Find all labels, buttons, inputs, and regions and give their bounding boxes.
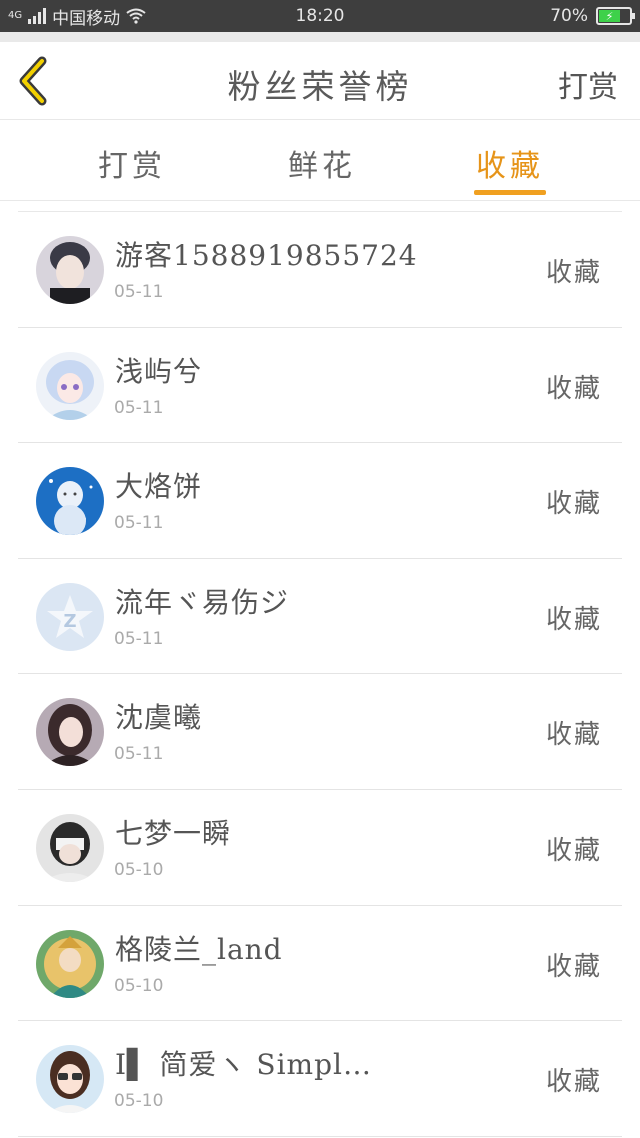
fan-date: 05-11 bbox=[114, 744, 164, 765]
fan-action-type: 收藏 bbox=[545, 489, 602, 520]
fan-date: 05-10 bbox=[114, 1091, 164, 1112]
tab-reward[interactable]: 打赏 bbox=[98, 141, 166, 185]
fan-row[interactable]: I▌ 简爱ヽ Simpl… 05-10 收藏 bbox=[18, 1021, 622, 1137]
avatar[interactable] bbox=[36, 698, 104, 767]
signal-icon bbox=[28, 8, 47, 24]
fan-list: 游客15889198​55724 05-11 收藏 浅屿兮 05-11 收藏 大烙饼 05-1… bbox=[18, 211, 622, 1137]
fan-row[interactable]: Z 流年ヾ易伤ジ 05-11 收藏 bbox=[18, 559, 622, 675]
active-tab-indicator bbox=[474, 190, 546, 195]
fan-row[interactable]: 七梦一瞬 05-10 收藏 bbox=[18, 790, 622, 906]
fan-name: 格陵兰_land bbox=[115, 932, 283, 966]
fan-date: 05-10 bbox=[114, 975, 164, 996]
fan-name: 游客15889198​55724 bbox=[115, 239, 418, 272]
svg-text:Z: Z bbox=[63, 611, 76, 632]
fan-date: 05-11 bbox=[114, 282, 164, 302]
fan-action-type: 收藏 bbox=[545, 373, 602, 404]
battery-icon: ⚡ bbox=[596, 7, 635, 25]
fan-name: 流年ヾ易伤ジ bbox=[115, 585, 290, 619]
fan-row[interactable]: 浅屿兮 05-11 收藏 bbox=[18, 328, 622, 444]
avatar[interactable] bbox=[36, 813, 104, 882]
status-bar: 4G 中国移动 18:20 70% ⚡ bbox=[0, 0, 640, 32]
avatar[interactable] bbox=[36, 351, 104, 420]
fan-action-type: 收藏 bbox=[545, 720, 602, 751]
fan-row[interactable]: 游客15889198​55724 05-11 收藏 bbox=[18, 212, 622, 328]
header-gap bbox=[0, 32, 640, 42]
fan-action-type: 收藏 bbox=[545, 951, 602, 982]
carrier-name: 中国移动 bbox=[52, 8, 121, 29]
fan-action-type: 收藏 bbox=[545, 604, 602, 635]
tab-favorites[interactable]: 收藏 bbox=[476, 141, 544, 185]
tab-bar: 打赏 鲜花 收藏 bbox=[0, 121, 640, 201]
avatar[interactable] bbox=[36, 1045, 104, 1114]
fan-name: 大烙饼 bbox=[115, 470, 203, 504]
battery-charging-icon: ⚡ bbox=[599, 10, 620, 23]
fan-name: 浅屿兮 bbox=[115, 354, 203, 388]
avatar[interactable] bbox=[36, 929, 104, 998]
nav-bar: 粉丝荣誉榜 打赏 bbox=[0, 42, 640, 120]
fan-row[interactable]: 大烙饼 05-11 收藏 bbox=[18, 443, 622, 559]
fan-date: 05-11 bbox=[114, 628, 164, 649]
reward-button[interactable]: 打赏 bbox=[558, 62, 618, 106]
fan-date: 05-10 bbox=[114, 859, 164, 880]
fan-row[interactable]: 格陵兰_land 05-10 收藏 bbox=[18, 906, 622, 1022]
fan-name: 沈虞曦 bbox=[115, 701, 203, 735]
avatar[interactable]: Z bbox=[36, 582, 104, 651]
fan-name: I▌ 简爱ヽ Simpl… bbox=[115, 1048, 372, 1082]
fan-action-type: 收藏 bbox=[545, 835, 602, 866]
fan-date: 05-11 bbox=[114, 513, 164, 534]
fan-row[interactable]: 沈虞曦 05-11 收藏 bbox=[18, 674, 622, 790]
page-title: 粉丝荣誉榜 bbox=[227, 67, 413, 106]
network-type: 4G bbox=[8, 10, 23, 21]
fan-action-type: 收藏 bbox=[545, 1067, 602, 1098]
battery-percent: 70% bbox=[550, 6, 588, 26]
avatar[interactable] bbox=[36, 236, 104, 304]
tab-flowers[interactable]: 鲜花 bbox=[288, 141, 356, 185]
avatar[interactable] bbox=[36, 467, 104, 536]
fan-action-type: 收藏 bbox=[545, 258, 602, 288]
fan-name: 七梦一瞬 bbox=[115, 816, 232, 850]
wifi-icon bbox=[126, 8, 146, 24]
fan-date: 05-11 bbox=[114, 397, 164, 418]
